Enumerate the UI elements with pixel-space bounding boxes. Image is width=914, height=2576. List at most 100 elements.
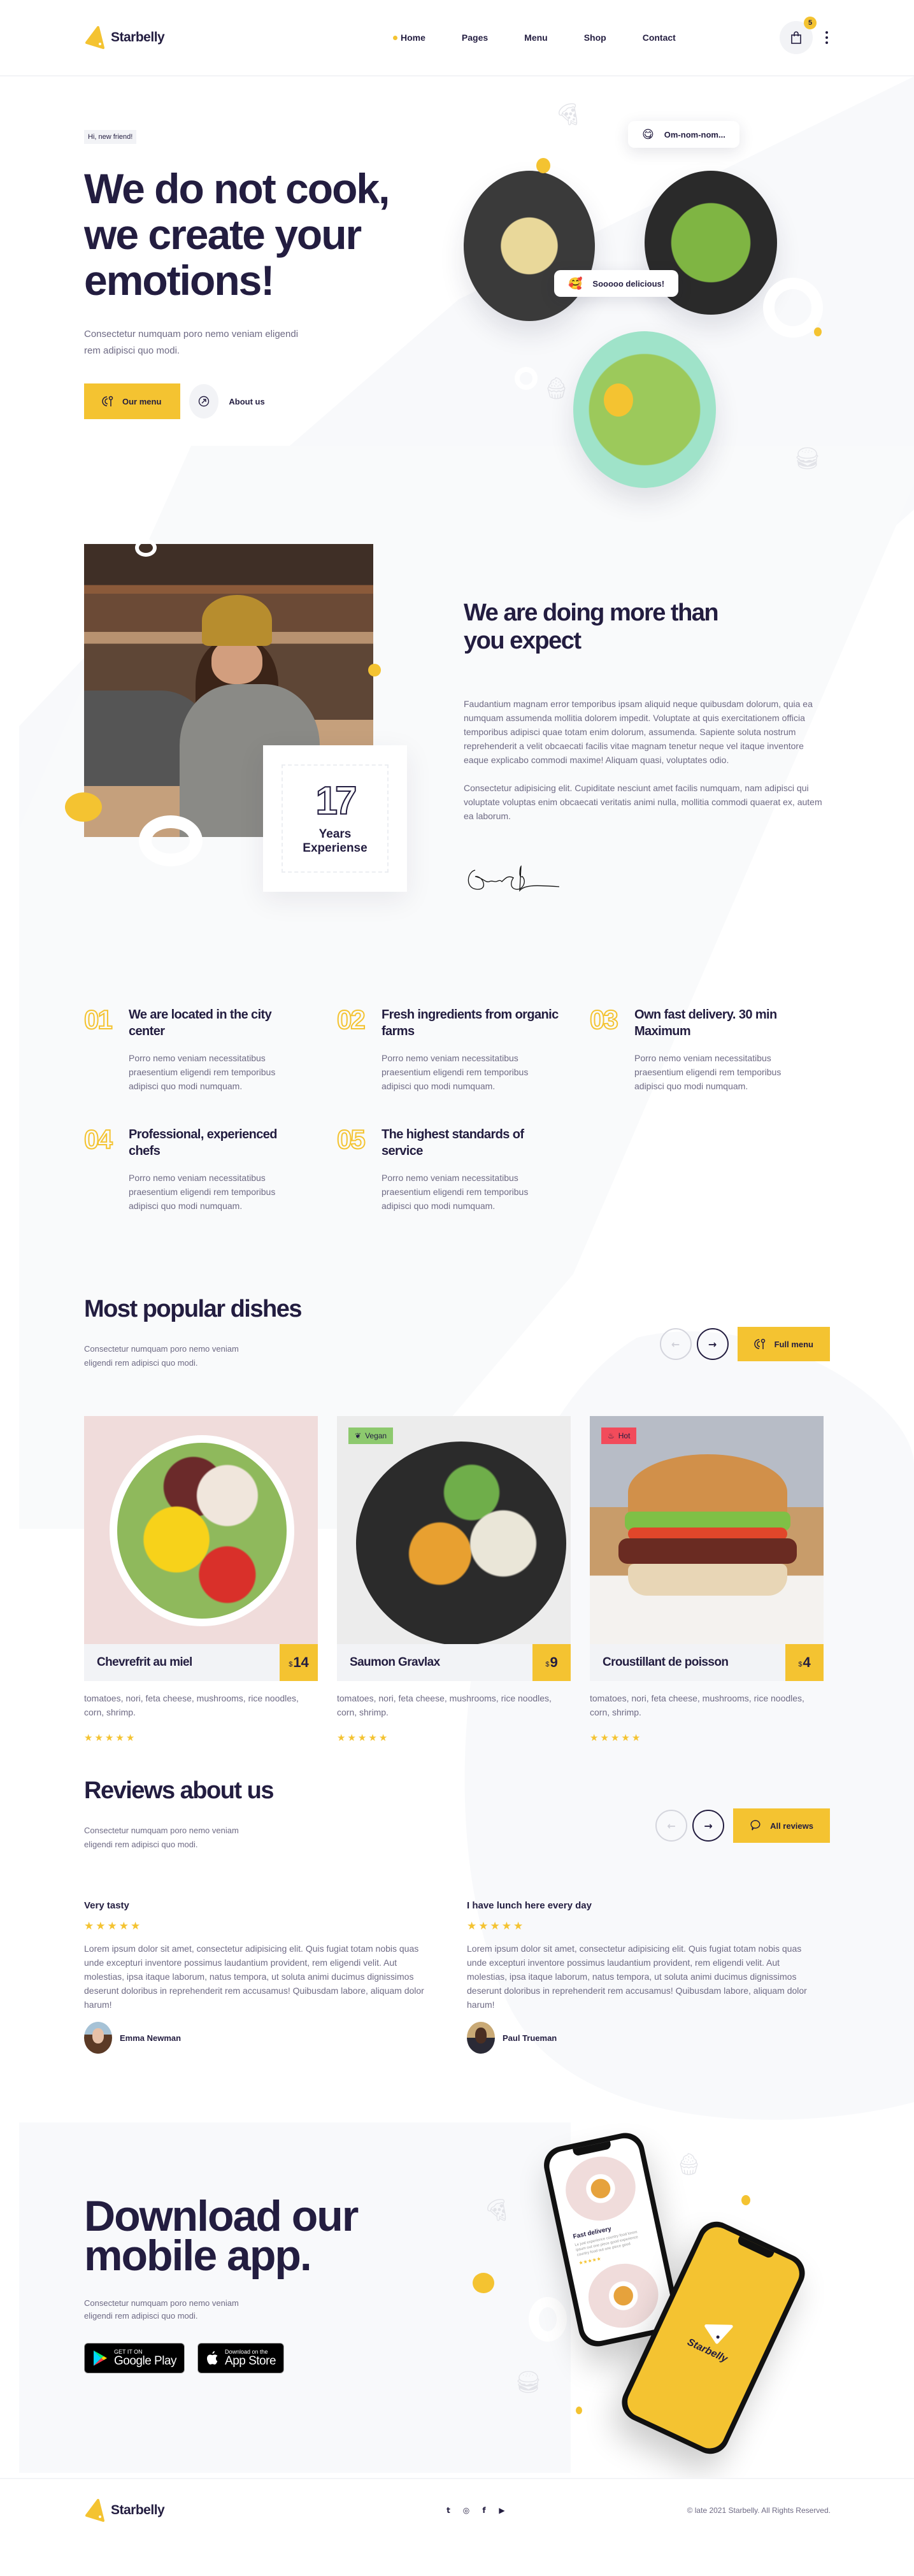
dish-description: tomatoes, nori, feta cheese, mushrooms, …	[337, 1693, 552, 1717]
prev-arrow-button[interactable]: ←	[659, 1328, 692, 1360]
chat-bubble-om-nom: 😋 Om-nom-nom...	[628, 121, 739, 148]
apple-icon	[207, 2351, 218, 2365]
shopping-bag-icon	[791, 31, 801, 44]
dishes-title: Most popular dishes	[84, 1296, 302, 1322]
decor-ring	[515, 367, 538, 390]
star-icon: ★	[513, 1920, 524, 1933]
nav-label: Shop	[583, 32, 606, 43]
logo-icon	[85, 26, 104, 49]
price-value: 9	[550, 1654, 558, 1670]
button-label: About us	[229, 396, 265, 406]
decor-dot	[368, 664, 381, 676]
star-icon: ★	[621, 1732, 630, 1743]
dish-card[interactable]: Chevrefrit au miel $14 tomatoes, nori, f…	[84, 1416, 318, 1743]
dish-image: ♨ Hot	[590, 1416, 824, 1644]
years-label-line: Experiense	[303, 841, 368, 855]
site-footer: Starbelly t ◎ f ▶ © late 2021 Starbelly.…	[0, 2478, 914, 2542]
copyright-text: © late 2021 Starbelly. All Rights Reserv…	[687, 2506, 831, 2515]
experience-card: 17 Years Experiense	[263, 745, 407, 892]
years-number: 17	[315, 779, 358, 823]
reviews-section: Reviews about us Consectetur numquam por…	[0, 1771, 914, 2115]
avatar	[84, 2022, 112, 2054]
nav-item-shop[interactable]: Shop	[584, 32, 606, 43]
nav-label: Pages	[461, 32, 489, 43]
review-title: I have lunch here every day	[467, 1900, 592, 1911]
decor-dot	[576, 2407, 582, 2414]
review-card: I have lunch here every day ★ ★ ★ ★ ★ Lorem …	[467, 1900, 828, 2054]
reviews-title: Reviews about us	[84, 1777, 274, 1804]
pizza-icon: 🍕︎	[483, 2198, 511, 2223]
bubble-text: Sooooo delicious!	[592, 278, 665, 289]
chat-bubble-delicious: 🥰 Sooooo delicious!	[554, 270, 679, 297]
logo[interactable]: Starbelly	[84, 26, 211, 49]
arrow-right-icon: →	[708, 1338, 717, 1350]
nav-item-menu[interactable]: Menu	[524, 32, 548, 43]
decor-dot	[473, 2273, 494, 2293]
prev-arrow-button[interactable]: ←	[655, 1810, 688, 1842]
star-icon: ★	[368, 1732, 377, 1743]
star-icon: ★	[118, 1920, 129, 1933]
store-big-text: App Store	[225, 2354, 276, 2368]
main-nav: Home Pages Menu Shop Contact	[393, 32, 712, 43]
feature-item: 01 We are located in the city center Porr…	[83, 1006, 337, 1093]
about-us-button[interactable]: About us	[189, 384, 265, 419]
store-big-text: Google Play	[114, 2354, 177, 2368]
nav-item-contact[interactable]: Contact	[643, 32, 676, 43]
app-subtitle: Consectetur numquam poro nemo veniam eli…	[84, 2298, 239, 2321]
app-store-button[interactable]: Download on the App Store	[197, 2343, 285, 2373]
star-icon: ★	[94, 1732, 103, 1743]
feature-item: 05 The highest standards of service Porro…	[336, 1126, 590, 1213]
kebab-menu-icon[interactable]	[823, 29, 831, 47]
all-reviews-button[interactable]: All reviews	[733, 1808, 830, 1843]
star-icon: ★	[590, 1732, 599, 1743]
hero-tag: Hi, new friend!	[84, 130, 137, 144]
hero-subtitle: Consectetur numquam poro nemo veniam eli…	[84, 329, 299, 356]
star-icon: ★	[84, 1920, 94, 1933]
footer-logo[interactable]: Starbelly	[84, 2499, 211, 2522]
social-links: t ◎ f ▶	[444, 2506, 506, 2515]
star-icon: ★	[337, 1732, 346, 1743]
app-download-section: Download our mobile app. Consectetur num…	[19, 2115, 914, 2478]
review-text: Lorem ipsum dolor sit amet, consectetur …	[84, 1943, 424, 2010]
star-icon: ★	[96, 1920, 106, 1933]
twitter-icon[interactable]: t	[444, 2506, 453, 2515]
phone-dish-image	[559, 2150, 642, 2228]
star-icon: ★	[478, 1920, 489, 1933]
button-label: Full menu	[774, 1339, 813, 1349]
logo-text: Starbelly	[111, 30, 165, 45]
decor-ring	[529, 2297, 567, 2342]
hero-title: We do not cook, we create your emotions!	[84, 165, 390, 304]
google-play-icon	[94, 2351, 107, 2366]
nav-item-pages[interactable]: Pages	[462, 32, 488, 43]
star-icon: ★	[610, 1732, 620, 1743]
rating-stars: ★★★★★	[84, 1732, 318, 1743]
avatar	[467, 2022, 495, 2054]
hero-section: Hi, new friend! We do not cook, we creat…	[0, 76, 914, 535]
nav-item-home[interactable]: Home	[393, 32, 425, 43]
price-value: 4	[803, 1654, 811, 1670]
arrow-right-icon: →	[704, 1819, 713, 1832]
cart-button[interactable]: 5	[780, 17, 817, 54]
pizza-icon: 🍕︎	[554, 102, 582, 127]
google-play-button[interactable]: GET IT ON Google Play	[84, 2343, 185, 2373]
star-icon: ★	[378, 1732, 388, 1743]
feature-desc: Porro nemo veniam necessitatibus praesen…	[129, 1173, 276, 1211]
button-label: Our menu	[122, 396, 162, 406]
next-arrow-button[interactable]: →	[692, 1810, 725, 1842]
badge-label: Hot	[618, 1431, 631, 1440]
dish-description: tomatoes, nori, feta cheese, mushrooms, …	[590, 1693, 804, 1717]
price-value: 14	[293, 1654, 309, 1670]
our-menu-button[interactable]: Our menu	[84, 383, 181, 419]
dish-card[interactable]: ♨ Hot Croustillant de poisson $4 tomatoes…	[590, 1416, 824, 1743]
instagram-icon[interactable]: ◎	[462, 2506, 471, 2515]
facebook-icon[interactable]: f	[480, 2506, 489, 2515]
youtube-icon[interactable]: ▶	[497, 2506, 506, 2515]
next-arrow-button[interactable]: →	[696, 1328, 729, 1360]
feature-title: Professional, experienced chefs	[129, 1127, 277, 1158]
full-menu-button[interactable]: Full menu	[737, 1327, 830, 1361]
star-icon: ★	[115, 1732, 124, 1743]
feature-title: We are located in the city center	[129, 1008, 272, 1038]
about-paragraph: Faudantium magnam error temporibus ipsam…	[464, 699, 813, 765]
dish-card[interactable]: ❦ Vegan Saumon Gravlax $9 tomatoes, nori,…	[337, 1416, 571, 1743]
signature-image	[468, 865, 560, 892]
